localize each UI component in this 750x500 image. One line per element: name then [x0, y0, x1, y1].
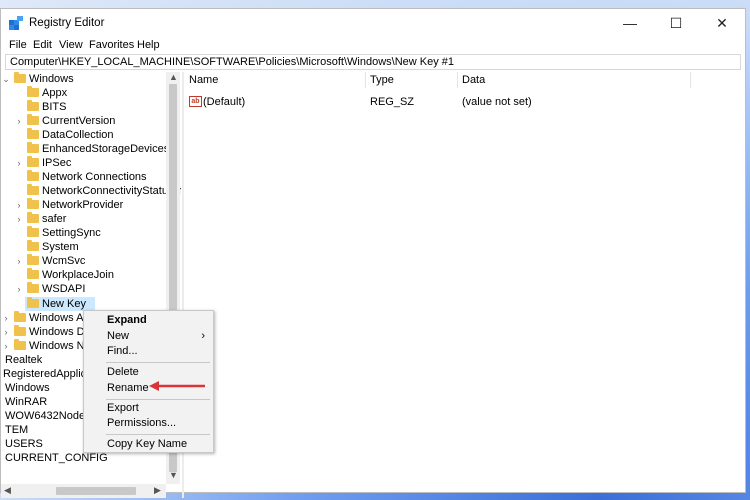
- value-name: (Default): [203, 96, 246, 108]
- collapse-chevron-icon[interactable]: ⌄: [2, 72, 10, 86]
- window-title: Registry Editor: [29, 17, 105, 29]
- menu-separator: [106, 399, 210, 400]
- minimize-icon: —: [623, 15, 637, 31]
- expand-chevron-icon[interactable]: ›: [15, 282, 23, 296]
- folder-icon: [14, 311, 26, 322]
- submenu-arrow-icon: ›: [201, 330, 205, 342]
- string-value-icon: ab: [189, 96, 202, 107]
- folder-icon: [27, 268, 39, 279]
- menu-separator: [106, 434, 210, 435]
- maximize-icon: ☐: [669, 14, 683, 31]
- column-header-data[interactable]: Data: [458, 72, 691, 88]
- tree-item-windows[interactable]: ⌄ Windows: [1, 72, 166, 86]
- menu-item-copy-key-name[interactable]: Copy Key Name: [84, 437, 213, 452]
- menu-item-find[interactable]: Find...: [84, 344, 213, 359]
- registry-editor-icon: [9, 16, 23, 30]
- folder-icon: [27, 142, 39, 153]
- tree-item[interactable]: › safer: [1, 212, 166, 226]
- registry-editor-window: Registry Editor — ☐ ✕ File Edit View Fav…: [0, 8, 746, 498]
- table-row[interactable]: ab (Default) REG_SZ (value not set): [185, 94, 725, 110]
- annotation-arrow-icon: [149, 381, 205, 391]
- tree-item[interactable]: › WcmSvc: [1, 254, 166, 268]
- menu-separator: [106, 362, 210, 363]
- expand-chevron-icon[interactable]: ›: [2, 311, 10, 325]
- scroll-thumb[interactable]: [56, 487, 136, 495]
- tree-item[interactable]: Appx: [1, 86, 166, 100]
- expand-chevron-icon[interactable]: ›: [2, 339, 10, 353]
- scroll-up-icon[interactable]: ▲: [169, 72, 178, 82]
- expand-chevron-icon[interactable]: ›: [15, 156, 23, 170]
- expand-chevron-icon[interactable]: ›: [15, 254, 23, 268]
- tree-item[interactable]: WorkplaceJoin: [1, 268, 166, 282]
- folder-icon: [14, 325, 26, 336]
- folder-icon: [27, 128, 39, 139]
- folder-icon: [14, 339, 26, 350]
- menu-item-new[interactable]: New ›: [84, 329, 213, 344]
- minimize-button[interactable]: —: [607, 9, 653, 37]
- menu-item-export[interactable]: Export: [84, 401, 213, 416]
- expand-chevron-icon[interactable]: ›: [15, 198, 23, 212]
- folder-icon: [27, 86, 39, 97]
- title-bar: Registry Editor — ☐ ✕: [1, 9, 745, 37]
- tree-horizontal-scrollbar[interactable]: ◀ ▶: [1, 484, 166, 498]
- folder-icon: [27, 254, 39, 265]
- folder-icon: [27, 198, 39, 209]
- tree-item[interactable]: › WSDAPI: [1, 282, 166, 296]
- menu-edit[interactable]: Edit: [33, 39, 52, 51]
- scroll-left-icon[interactable]: ◀: [4, 485, 11, 496]
- value-data: (value not set): [462, 96, 532, 108]
- menu-file[interactable]: File: [9, 39, 27, 51]
- menu-view[interactable]: View: [59, 39, 83, 51]
- expand-chevron-icon[interactable]: ›: [15, 212, 23, 226]
- maximize-button[interactable]: ☐: [653, 9, 699, 37]
- column-header-name[interactable]: Name: [185, 72, 366, 88]
- tree-item[interactable]: Network Connections: [1, 170, 166, 184]
- expand-chevron-icon[interactable]: ›: [2, 325, 10, 339]
- folder-icon: [27, 100, 39, 111]
- tree-item[interactable]: › CurrentVersion: [1, 114, 166, 128]
- menu-item-permissions[interactable]: Permissions...: [84, 416, 213, 431]
- expand-chevron-icon[interactable]: ›: [15, 114, 23, 128]
- tree-item[interactable]: › IPSec: [1, 156, 166, 170]
- scroll-right-icon[interactable]: ▶: [154, 485, 161, 496]
- folder-icon: [27, 156, 39, 167]
- tree-item[interactable]: BITS: [1, 100, 166, 114]
- tree-item[interactable]: System: [1, 240, 166, 254]
- folder-icon: [27, 170, 39, 181]
- tree-item[interactable]: DataCollection: [1, 128, 166, 142]
- values-list: Name Type Data ab (Default) REG_SZ (valu…: [185, 72, 741, 498]
- menu-favorites[interactable]: Favorites: [89, 39, 134, 51]
- value-type: REG_SZ: [370, 96, 415, 108]
- tree-item[interactable]: › NetworkProvider: [1, 198, 166, 212]
- tree-item-new-key[interactable]: New Key: [25, 297, 95, 311]
- menu-item-delete[interactable]: Delete: [84, 365, 213, 380]
- folder-icon: [27, 114, 39, 125]
- folder-icon: [27, 282, 39, 293]
- close-icon: ✕: [716, 14, 728, 31]
- folder-icon: [27, 226, 39, 237]
- folder-icon: [27, 240, 39, 251]
- address-bar[interactable]: Computer\HKEY_LOCAL_MACHINE\SOFTWARE\Pol…: [5, 54, 741, 70]
- tree-item[interactable]: EnhancedStorageDevices: [1, 142, 169, 156]
- menu-item-expand[interactable]: Expand: [84, 313, 213, 328]
- folder-icon: [27, 212, 39, 223]
- column-header-type[interactable]: Type: [366, 72, 458, 88]
- tree-item[interactable]: SettingSync: [1, 226, 166, 240]
- scroll-down-icon[interactable]: ▼: [169, 470, 178, 480]
- folder-icon: [27, 297, 39, 308]
- menu-help[interactable]: Help: [137, 39, 160, 51]
- menu-bar: File Edit View Favorites Help: [1, 37, 745, 55]
- folder-icon: [27, 184, 39, 195]
- tree-item[interactable]: NetworkConnectivityStatusIn: [1, 184, 181, 198]
- folder-icon: [14, 72, 26, 83]
- close-button[interactable]: ✕: [699, 9, 745, 37]
